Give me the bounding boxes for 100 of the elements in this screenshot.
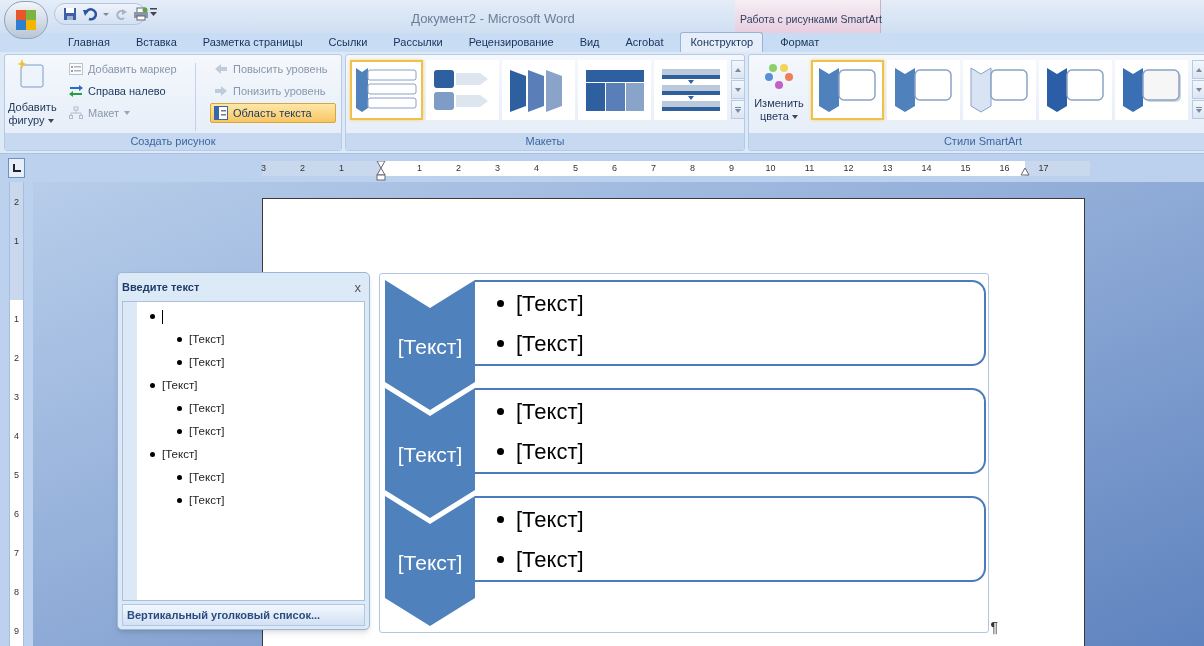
ribbon-command[interactable]: Область текста	[210, 103, 336, 123]
outline-item: [Текст]	[189, 400, 225, 416]
add-shape-button[interactable]: Добавить фигуру	[7, 59, 55, 127]
undo-button[interactable]	[83, 7, 97, 21]
ribbon-tab[interactable]: Рассылки	[380, 33, 456, 52]
ribbon-tab[interactable]: Конструктор	[680, 32, 764, 52]
ribbon-tab[interactable]: Формат	[767, 33, 833, 52]
style-thumbnail[interactable]	[1115, 60, 1188, 120]
ribbon-tab[interactable]: Рецензирование	[455, 33, 567, 52]
office-button[interactable]	[4, 1, 48, 39]
outline-item: [Текст]	[189, 423, 225, 439]
caret-icon	[150, 8, 157, 17]
color-dots-icon	[764, 63, 794, 91]
bullet-icon	[497, 339, 504, 347]
layout-name-link[interactable]: Вертикальный уголковый список...	[122, 604, 365, 626]
bullet-icon	[150, 314, 155, 319]
more-button[interactable]	[1192, 100, 1204, 119]
left-arrow-icon	[214, 62, 228, 76]
ruler-number: 12	[843, 161, 854, 175]
ribbon-tab[interactable]: Acrobat	[612, 33, 677, 52]
pane-title: Введите текст	[122, 279, 200, 295]
printer-icon	[133, 7, 149, 21]
shape-label: [Текст]	[396, 550, 464, 576]
style-thumbnail[interactable]	[887, 60, 960, 120]
ruler-number: 1	[10, 300, 23, 339]
ribbon-tab[interactable]: Вставка	[122, 33, 190, 52]
shape-icon	[17, 59, 45, 89]
change-colors-button[interactable]: Изменить цвета	[749, 63, 809, 123]
ruler-number: 8	[690, 161, 695, 175]
bullet-icon	[497, 407, 504, 415]
bullet-icon	[497, 447, 504, 455]
ruler-number: 7	[651, 161, 656, 175]
more-icon	[1195, 106, 1203, 113]
group-label: Стили SmartArt	[749, 133, 1204, 150]
ruler-number: 2	[10, 339, 23, 378]
ruler-number: 1	[339, 161, 344, 175]
print-button[interactable]	[133, 7, 149, 21]
bullet-icon	[497, 299, 504, 307]
ruler-number: 9	[729, 161, 734, 175]
bullet-icon	[177, 475, 182, 480]
scroll-down-button[interactable]	[731, 80, 744, 99]
caret-icon	[124, 110, 131, 116]
layout-thumbnail[interactable]	[502, 60, 575, 120]
ruler-number: 6	[612, 161, 617, 175]
ribbon-tab[interactable]: Главная	[55, 33, 123, 52]
ruler-number: 3	[495, 161, 500, 175]
hierarchy-icon	[69, 106, 83, 120]
save-button[interactable]	[63, 7, 77, 21]
layout-thumbnail[interactable]	[426, 60, 499, 120]
ruler-number: 17	[1038, 161, 1049, 175]
ruler-number: 1	[417, 161, 422, 175]
ruler-number: 6	[10, 495, 23, 534]
ruler-number: 4	[534, 161, 539, 175]
tab-stop-icon	[12, 164, 21, 172]
ruler-number: 3	[10, 378, 23, 417]
ruler-number: 11	[804, 161, 815, 175]
bullet-icon	[497, 515, 504, 523]
bullet-text: [Текст]	[516, 437, 584, 466]
bullet-icon	[177, 498, 182, 503]
scroll-down-button[interactable]	[1192, 80, 1204, 99]
scroll-up-button[interactable]	[731, 60, 744, 79]
more-button[interactable]	[731, 100, 744, 119]
pane-icon	[214, 106, 228, 120]
undo-icon	[83, 7, 97, 21]
ribbon-tab[interactable]: Ссылки	[315, 33, 381, 52]
ruler-number: 9	[10, 612, 23, 646]
scroll-up-button[interactable]	[1192, 60, 1204, 79]
ribbon-command[interactable]: Справа налево	[65, 81, 191, 101]
ruler-number: 5	[10, 456, 23, 495]
text-entry-field[interactable]: [Текст] [Текст] [Текст] [Текст] [Текст] [Текст] [Текст] [Текст]	[122, 301, 365, 601]
down-arrow-icon	[734, 86, 742, 93]
bullet-text: [Текст]	[516, 545, 584, 574]
group-label: Макеты	[346, 133, 744, 150]
ribbon-tab[interactable]: Разметка страницы	[189, 33, 316, 52]
bullet-icon	[150, 452, 155, 457]
style-thumbnail[interactable]	[1039, 60, 1112, 120]
bullet-text: [Текст]	[516, 397, 584, 426]
ruler-number: 10	[765, 161, 776, 175]
ruler-number: 16	[999, 161, 1010, 175]
layout-thumbnail[interactable]	[350, 60, 423, 120]
shape-label: [Текст]	[396, 442, 464, 468]
bullet-text: [Текст]	[516, 289, 584, 318]
ruler-number: 15	[960, 161, 971, 175]
office-logo-icon	[14, 8, 38, 32]
list-icon	[69, 62, 83, 76]
bullet-icon	[177, 337, 182, 342]
bullet-text: [Текст]	[516, 329, 584, 358]
style-thumbnail[interactable]	[963, 60, 1036, 120]
down-arrow-icon	[1195, 86, 1203, 93]
ribbon-tab[interactable]: Вид	[566, 33, 613, 52]
customize-toolbar-button[interactable]	[150, 8, 157, 17]
layout-thumbnail[interactable]	[578, 60, 651, 120]
layout-thumbnail[interactable]	[654, 60, 727, 120]
tab-selector-button[interactable]	[8, 158, 25, 178]
text-cursor	[162, 309, 163, 324]
up-arrow-icon	[1195, 66, 1203, 73]
outline-item: [Текст]	[189, 492, 225, 508]
close-button[interactable]: x	[354, 280, 361, 294]
paragraph-mark: ¶	[990, 618, 998, 637]
style-thumbnail[interactable]	[811, 60, 884, 120]
